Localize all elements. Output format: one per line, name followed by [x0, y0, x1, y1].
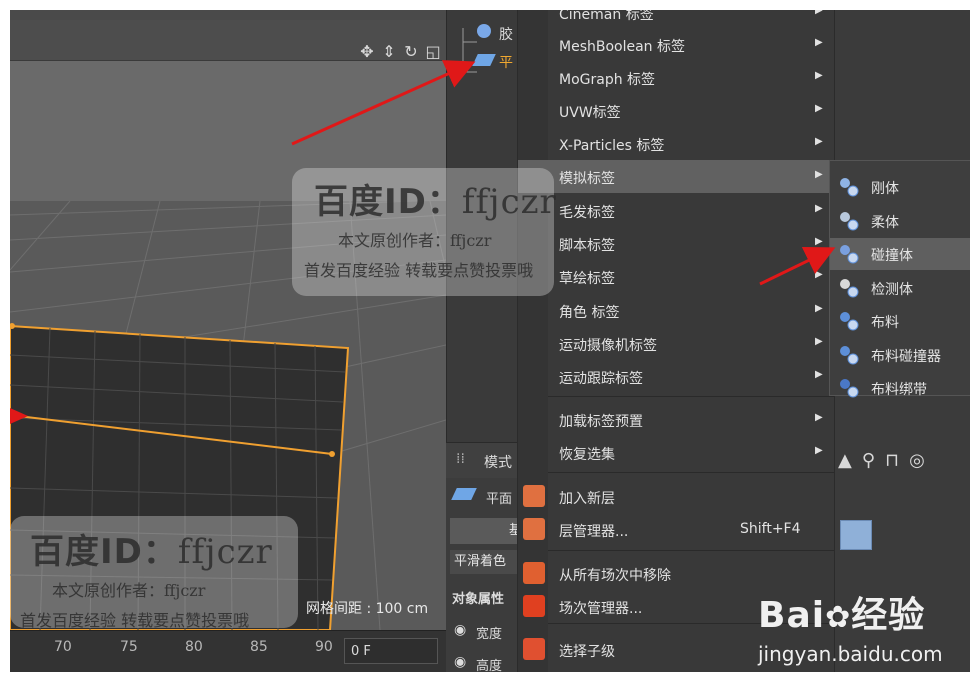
app-frame: ✥ ⇕ ↻ ◱ 网格间距: 100 cm 70 75 80 85 90 0 F…: [10, 10, 970, 672]
arrow-to-plane: [291, 60, 476, 146]
annotation-arrows: [291, 60, 836, 286]
arrow-to-collider: [759, 246, 836, 286]
